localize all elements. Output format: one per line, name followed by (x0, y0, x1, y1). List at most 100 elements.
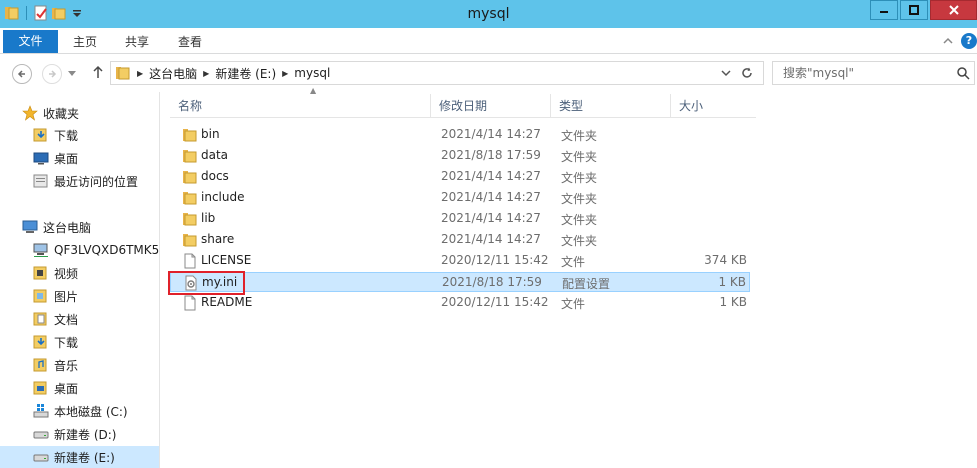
breadcrumb-arrow-icon[interactable]: ▶ (282, 69, 288, 78)
folder-icon (182, 169, 198, 185)
tab-view[interactable]: 查看 (167, 31, 213, 53)
nav-item-music[interactable]: 音乐 (0, 354, 159, 376)
help-icon[interactable]: ? (961, 33, 977, 49)
nav-favorites[interactable]: 收藏夹 (0, 102, 159, 124)
breadcrumb-arrow-icon[interactable]: ▶ (137, 69, 143, 78)
maximize-icon (909, 5, 919, 15)
computer-icon (22, 220, 38, 233)
window-controls (870, 0, 977, 20)
file-date: 2021/4/14 14:27 (441, 190, 541, 204)
file-row[interactable]: bin 2021/4/14 14:27 文件夹 (170, 125, 750, 145)
nav-item-label: 文档 (54, 312, 79, 327)
file-row[interactable]: LICENSE 2020/12/11 15:42 文件 374 KB (170, 251, 750, 271)
back-arrow-icon (17, 70, 25, 78)
up-button[interactable] (92, 65, 104, 83)
nav-item-label: 桌面 (54, 151, 79, 166)
nav-item-label: 下载 (54, 335, 79, 350)
forward-button[interactable] (42, 64, 62, 84)
refresh-icon[interactable] (741, 67, 753, 79)
column-header-name[interactable]: 名称 (170, 94, 431, 118)
file-type: 文件夹 (561, 171, 598, 185)
column-header-date[interactable]: 修改日期 (431, 94, 551, 118)
file-type: 文件夹 (561, 150, 598, 164)
nav-item-label: 桌面 (54, 381, 79, 396)
folder-icon (182, 127, 198, 143)
file-date: 2021/4/14 14:27 (441, 127, 541, 141)
file-icon (182, 295, 198, 311)
breadcrumb-this-pc[interactable]: 这台电脑 (149, 65, 197, 82)
nav-item-label: 本地磁盘 (C:) (54, 404, 128, 419)
column-headers: ▲ 名称 修改日期 类型 大小 (170, 86, 756, 118)
file-type: 文件 (561, 297, 586, 311)
folder-icon (116, 67, 130, 80)
window-title: mysql (467, 6, 510, 22)
file-row[interactable]: data 2021/8/18 17:59 文件夹 (170, 146, 750, 166)
nav-item-videos[interactable]: 视频 (0, 262, 159, 284)
folder-icon (182, 211, 198, 227)
breadcrumb-arrow-icon[interactable]: ▶ (203, 69, 209, 78)
tab-file[interactable]: 文件 (3, 30, 58, 53)
back-button[interactable] (12, 64, 32, 84)
customize-dropdown-icon[interactable] (69, 5, 85, 21)
file-date: 2020/12/11 15:42 (441, 295, 549, 309)
file-row[interactable]: share 2021/4/14 14:27 文件夹 (170, 230, 750, 250)
tab-share[interactable]: 共享 (114, 31, 160, 53)
nav-item-label: QF3LVQXD6TMK5 (54, 243, 160, 257)
breadcrumb-mysql[interactable]: mysql (294, 66, 330, 80)
file-row[interactable]: include 2021/4/14 14:27 文件夹 (170, 188, 750, 208)
file-row[interactable]: my.ini 2021/8/18 17:59 配置设置 1 KB (170, 272, 750, 292)
properties-icon[interactable] (33, 5, 49, 21)
network-computer-icon (33, 243, 48, 257)
nav-item-label: 图片 (54, 289, 79, 304)
search-icon[interactable] (956, 66, 970, 80)
search-input[interactable]: 搜索"mysql" (772, 61, 975, 85)
file-row[interactable]: docs 2021/4/14 14:27 文件夹 (170, 167, 750, 187)
nav-item-desktop-pc[interactable]: 桌面 (0, 377, 159, 399)
address-bar[interactable]: ▶ 这台电脑 ▶ 新建卷 (E:) ▶ mysql (110, 61, 764, 85)
download-folder-icon (33, 335, 47, 349)
video-folder-icon (33, 266, 47, 280)
file-date: 2021/4/14 14:27 (441, 232, 541, 246)
expand-ribbon-icon[interactable] (943, 37, 953, 45)
tab-home[interactable]: 主页 (62, 31, 108, 53)
navigation-bar: ▶ 这台电脑 ▶ 新建卷 (E:) ▶ mysql 搜索"mysql" (0, 54, 977, 92)
search-placeholder: 搜索"mysql" (783, 66, 855, 80)
nav-item-documents[interactable]: 文档 (0, 308, 159, 330)
nav-item-pictures[interactable]: 图片 (0, 285, 159, 307)
forward-arrow-icon (49, 70, 57, 78)
file-list: ▲ 名称 修改日期 类型 大小 bin 2021/4/14 14:27 文件夹 dat… (160, 86, 977, 468)
file-type: 文件夹 (561, 192, 598, 206)
nav-this-pc[interactable]: 这台电脑 (0, 216, 159, 238)
drive-icon (33, 431, 49, 439)
nav-item-downloads[interactable]: 下载 (0, 124, 159, 146)
address-dropdown-icon[interactable] (721, 69, 731, 77)
minimize-button[interactable] (870, 0, 898, 20)
pictures-folder-icon (33, 289, 47, 303)
file-row[interactable]: lib 2021/4/14 14:27 文件夹 (170, 209, 750, 229)
file-date: 2021/4/14 14:27 (441, 169, 541, 183)
close-button[interactable] (930, 0, 977, 20)
nav-item-desktop[interactable]: 桌面 (0, 147, 159, 169)
column-header-type[interactable]: 类型 (551, 94, 671, 118)
nav-favorites-label: 收藏夹 (43, 106, 80, 121)
nav-item-drive-c[interactable]: 本地磁盘 (C:) (0, 400, 159, 422)
nav-item-network-host[interactable]: QF3LVQXD6TMK5 (0, 239, 160, 261)
nav-item-drive-e[interactable]: 新建卷 (E:) (0, 446, 159, 468)
new-folder-icon[interactable] (51, 5, 67, 21)
ribbon-tabs: 文件 主页 共享 查看 ? (0, 28, 977, 54)
nav-item-drive-d[interactable]: 新建卷 (D:) (0, 423, 159, 445)
file-date: 2020/12/11 15:42 (441, 253, 549, 267)
file-type: 文件夹 (561, 129, 598, 143)
file-row[interactable]: README 2020/12/11 15:42 文件 1 KB (170, 293, 750, 313)
nav-item-label: 最近访问的位置 (54, 174, 139, 189)
file-name: my.ini (202, 275, 238, 289)
recent-locations-icon[interactable] (68, 71, 76, 77)
music-folder-icon (33, 358, 47, 372)
breadcrumb-drive-e[interactable]: 新建卷 (E:) (215, 65, 276, 82)
nav-item-downloads-pc[interactable]: 下载 (0, 331, 159, 353)
nav-item-recent[interactable]: 最近访问的位置 (0, 170, 159, 192)
column-header-size[interactable]: 大小 (671, 94, 756, 118)
file-name: lib (201, 211, 216, 225)
close-icon (948, 5, 959, 15)
maximize-button[interactable] (900, 0, 928, 20)
